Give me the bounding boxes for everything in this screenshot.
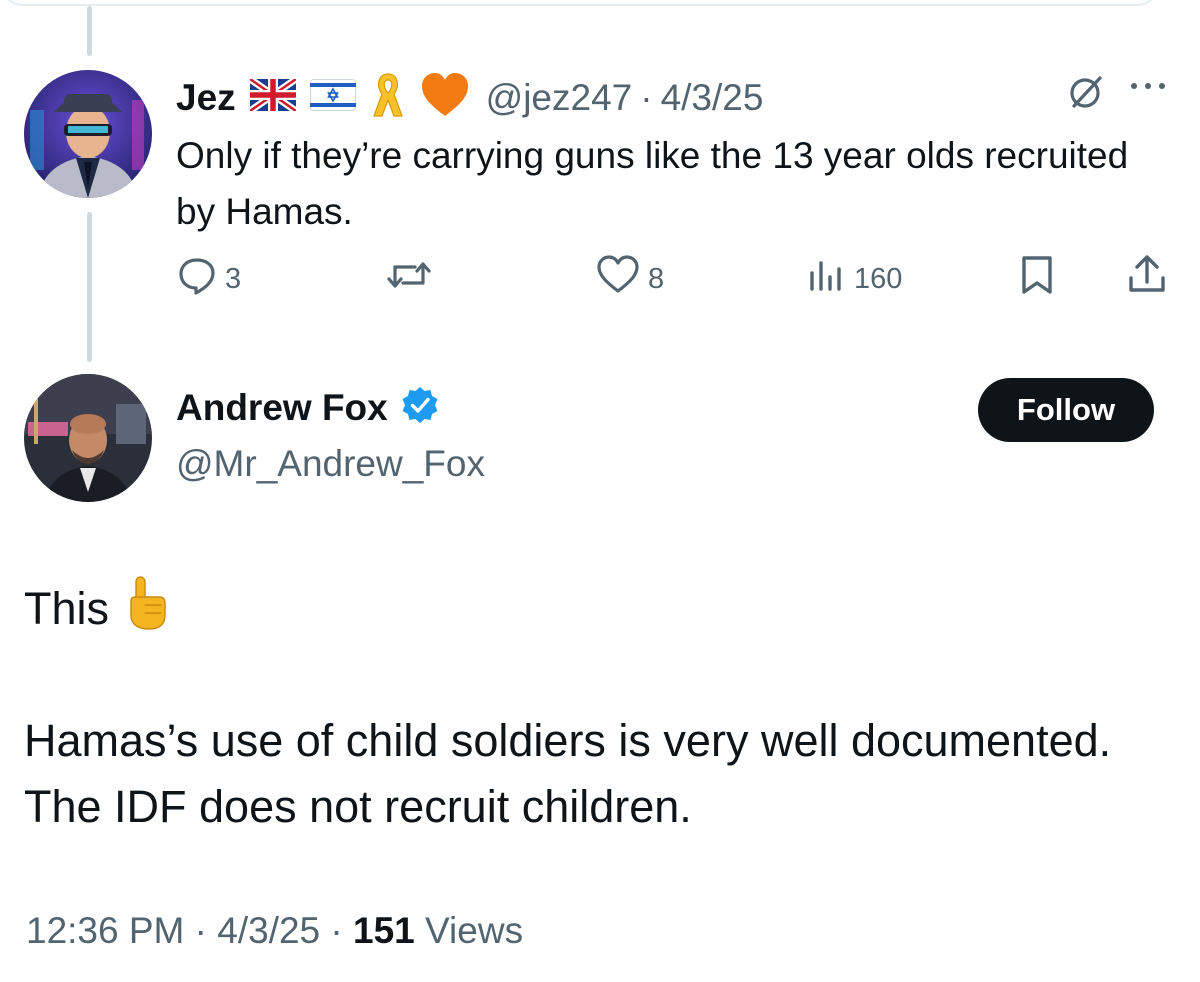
follow-button[interactable]: Follow (978, 378, 1154, 442)
reply-handle[interactable]: @jez247 (486, 77, 633, 119)
repost-action[interactable] (385, 256, 433, 302)
like-action[interactable]: 8 (596, 255, 665, 303)
post-views-label: Views (425, 910, 524, 951)
thread-line-bottom (87, 212, 92, 362)
reply-action[interactable]: 3 (177, 256, 241, 302)
separator-dot: · (330, 910, 343, 951)
thread-line-top (87, 6, 92, 56)
reply-icon (177, 255, 217, 303)
post-text-this: This (24, 582, 110, 634)
heart-icon (596, 255, 640, 303)
post-author-row: Andrew Fox (176, 385, 440, 430)
views-count: 160 (854, 262, 903, 295)
repost-icon (385, 255, 433, 303)
israel-flag-icon (309, 79, 356, 116)
views-action[interactable]: 160 (806, 256, 902, 302)
like-count: 8 (648, 262, 665, 295)
separator-dot: · (194, 910, 207, 951)
bookmark-icon (1019, 254, 1055, 304)
post-author-handle[interactable]: @Mr_Andrew_Fox (176, 443, 485, 485)
uk-flag-icon (247, 76, 298, 116)
reply-text: Only if they’re carrying guns like the 1… (176, 135, 1129, 232)
post-avatar[interactable] (24, 374, 152, 502)
post-author-name[interactable]: Andrew Fox (176, 387, 388, 429)
reply-date[interactable]: 4/3/25 (661, 77, 764, 119)
post-views-count: 151 (353, 910, 415, 951)
post-text-line1: This (24, 575, 169, 642)
views-chart-icon (806, 255, 846, 303)
share-icon (1126, 254, 1168, 304)
post-text-body: Hamas’s use of child soldiers is very we… (24, 715, 1112, 832)
orange-heart-icon (420, 72, 470, 123)
reply-avatar[interactable] (24, 70, 152, 198)
post-date[interactable]: 4/3/25 (217, 910, 320, 951)
share-action[interactable] (1126, 254, 1168, 304)
bookmark-action[interactable] (1019, 256, 1055, 302)
post-time[interactable]: 12:36 PM (26, 910, 184, 951)
reply-author-name[interactable]: Jez (176, 77, 236, 119)
previous-card-edge (0, 0, 1160, 6)
more-options-icon[interactable] (1128, 70, 1168, 104)
verified-badge-icon (400, 385, 440, 430)
reply-header: Jez @jez247 · 4/3/25 (176, 70, 763, 125)
post-meta: 12:36 PM · 4/3/25 · 151 Views (26, 910, 523, 952)
separator-dot: · (640, 76, 653, 118)
reply-count: 3 (225, 262, 242, 295)
grok-icon[interactable] (1066, 72, 1106, 117)
yellow-ribbon-icon (370, 70, 406, 125)
pointing-up-hand-icon (125, 575, 169, 642)
